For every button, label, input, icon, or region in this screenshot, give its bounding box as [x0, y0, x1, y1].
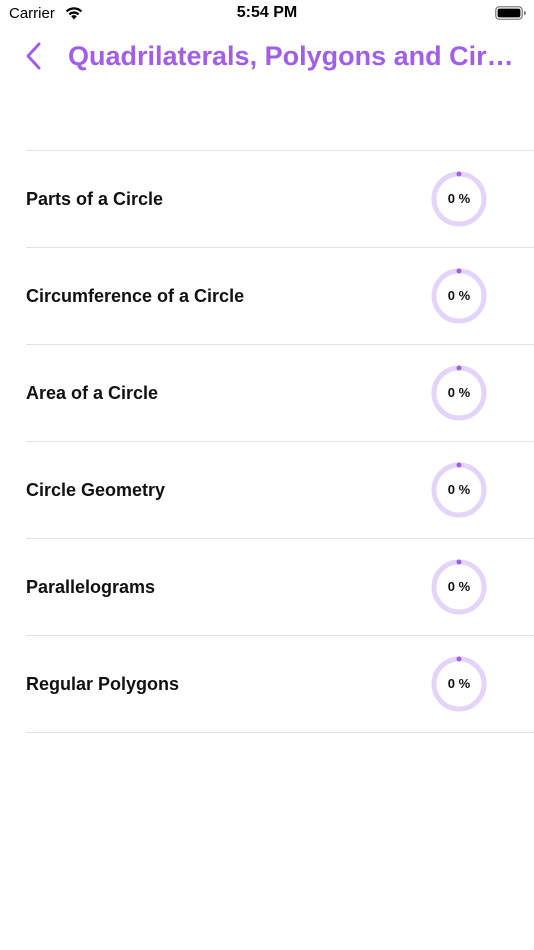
progress-ring: 0 % [431, 268, 487, 324]
progress-percentage: 0 % [447, 676, 471, 691]
topic-row[interactable]: Circle Geometry 0 % [26, 442, 534, 539]
progress-ring: 0 % [431, 462, 487, 518]
topic-label: Parts of a Circle [26, 189, 164, 209]
progress-ring: 0 % [431, 656, 487, 712]
chevron-left-icon [26, 42, 41, 70]
status-bar: Carrier 5:54 PM [0, 0, 534, 28]
topic-label: Area of a Circle [26, 383, 159, 403]
progress-ring: 0 % [431, 559, 487, 615]
topic-label: Regular Polygons [26, 674, 180, 694]
status-time: 5:54 PM [236, 4, 298, 21]
battery-icon [495, 6, 527, 20]
navigation-bar: Quadrilaterals, Polygons and Circles [0, 30, 534, 82]
topic-label: Circle Geometry [26, 480, 166, 500]
topic-row[interactable]: Parallelograms 0 % [26, 539, 534, 636]
topic-row[interactable]: Regular Polygons 0 % [26, 636, 534, 733]
progress-percentage: 0 % [447, 482, 471, 497]
topic-list: Parts of a Circle 0 % Circumference of a C… [26, 150, 534, 733]
topic-label: Parallelograms [26, 577, 156, 597]
topic-row[interactable]: Circumference of a Circle 0 % [26, 248, 534, 345]
topic-row[interactable]: Parts of a Circle 0 % [26, 151, 534, 248]
topic-row[interactable]: Area of a Circle 0 % [26, 345, 534, 442]
progress-ring: 0 % [431, 171, 487, 227]
progress-percentage: 0 % [447, 579, 471, 594]
progress-ring: 0 % [431, 365, 487, 421]
progress-percentage: 0 % [447, 288, 471, 303]
progress-percentage: 0 % [447, 385, 471, 400]
back-button[interactable] [20, 40, 48, 72]
progress-percentage: 0 % [447, 191, 471, 206]
page-title: Quadrilaterals, Polygons and Circles [68, 41, 518, 71]
topic-label: Circumference of a Circle [26, 286, 245, 306]
